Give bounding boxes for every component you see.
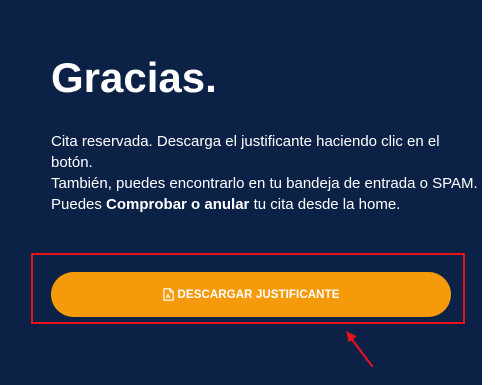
annotation-arrow-icon (346, 331, 374, 368)
